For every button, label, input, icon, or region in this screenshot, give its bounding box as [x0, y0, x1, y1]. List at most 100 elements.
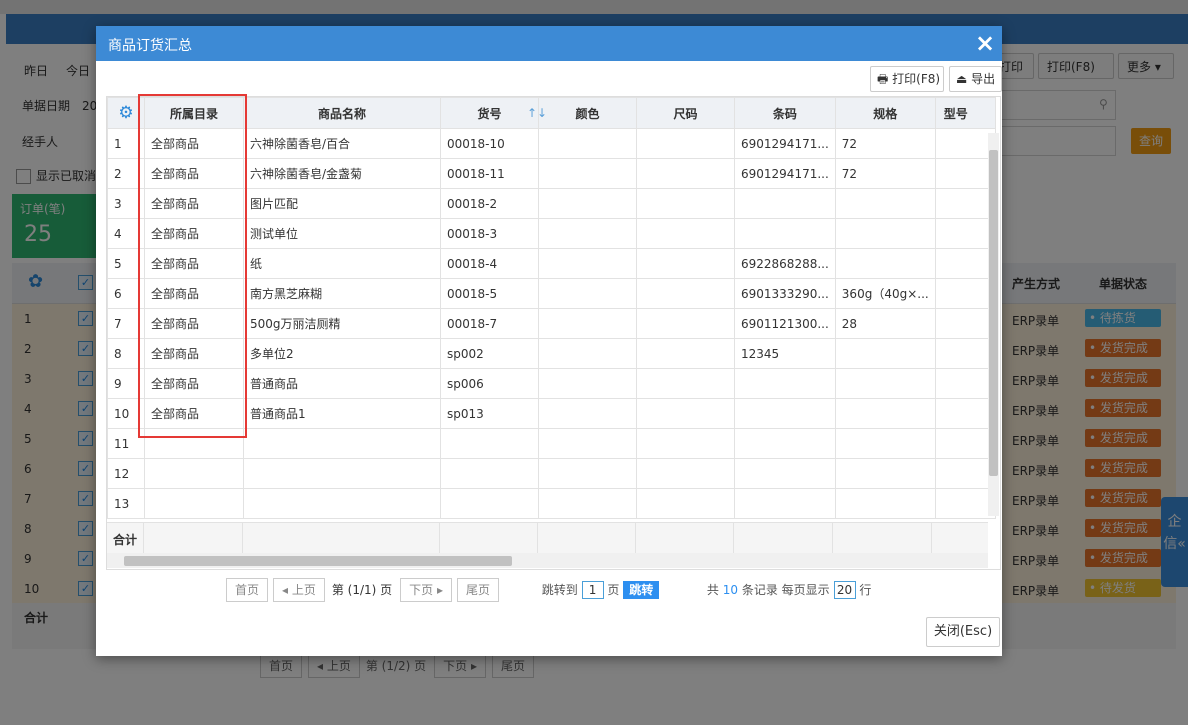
- table-row[interactable]: 1 全部商品 六神除菌香皂/百合 00018-10 6901294171... 72: [107, 128, 996, 159]
- model-cell: [934, 458, 996, 489]
- row-index: 6: [107, 278, 145, 309]
- col-header-code-label: 货号: [477, 106, 502, 121]
- model-cell: [934, 368, 996, 399]
- sort-icon[interactable]: ↑↓: [527, 106, 547, 120]
- product-name-cell: 纸: [243, 248, 441, 279]
- col-header-color[interactable]: 颜色: [538, 97, 637, 129]
- jump-page-unit: 页: [607, 583, 620, 597]
- dialog-print-button[interactable]: 🖶 打印(F8): [870, 66, 944, 92]
- row-index: 1: [107, 128, 145, 159]
- col-header-spec[interactable]: 规格: [834, 97, 936, 129]
- dialog-prev-page-button[interactable]: ◂ 上页: [273, 578, 325, 602]
- row-index: 10: [107, 398, 145, 429]
- barcode-cell: 12345: [734, 338, 836, 369]
- size-cell: [636, 278, 735, 309]
- table-row[interactable]: 2 全部商品 六神除菌香皂/金盏菊 00018-11 6901294171... 72: [107, 158, 996, 189]
- col-header-category[interactable]: 所属目录: [144, 97, 244, 129]
- barcode-cell: 6901333290...: [734, 278, 836, 309]
- total-prefix: 共: [706, 583, 719, 597]
- dialog-last-page-button[interactable]: 尾页: [457, 578, 500, 602]
- row-index: 8: [107, 338, 145, 369]
- total-divider: [733, 523, 734, 554]
- table-row[interactable]: 7 全部商品 500g万丽洁厕精 00018-7 6901121300... 28: [107, 308, 996, 339]
- spec-cell: [834, 218, 936, 249]
- row-index: 3: [107, 188, 145, 219]
- col-header-name[interactable]: 商品名称: [243, 97, 441, 129]
- item-code-cell: 00018-10: [440, 128, 539, 159]
- row-index: 5: [107, 248, 145, 279]
- color-cell: [538, 218, 637, 249]
- dialog-first-page-button[interactable]: 首页: [226, 578, 269, 602]
- model-cell: [934, 488, 996, 519]
- color-cell: [538, 158, 637, 189]
- col-header-code[interactable]: 货号 ↑↓: [440, 97, 547, 129]
- model-cell: [934, 218, 996, 249]
- total-divider: [832, 523, 833, 554]
- col-header-barcode[interactable]: 条码: [734, 97, 836, 129]
- vertical-scroll-thumb[interactable]: [989, 150, 998, 476]
- table-row[interactable]: 13: [107, 488, 996, 519]
- row-index: 11: [107, 428, 145, 459]
- category-cell: 全部商品: [144, 128, 244, 159]
- color-cell: [538, 488, 637, 519]
- table-row[interactable]: 5 全部商品纸 00018-4 6922868288...: [107, 248, 996, 279]
- product-name-cell: 500g万丽洁厕精: [243, 308, 441, 339]
- jump-page-input[interactable]: 1: [581, 581, 604, 599]
- dialog-pager: 首页 ◂ 上页第 (1/1) 页下页 ▸ 尾页 跳转到 1 页 跳转 共 10 条记…: [226, 578, 871, 602]
- dialog-export-button[interactable]: ⏏ 导出: [949, 66, 1002, 92]
- table-row[interactable]: 6 全部商品 南方黑芝麻糊 00018-5 6901333290... 360g（40g×…: [107, 278, 996, 309]
- model-cell: [934, 338, 996, 369]
- dialog-close-button[interactable]: 关闭(Esc): [926, 617, 1000, 647]
- spec-cell: [834, 458, 936, 489]
- table-row[interactable]: 4 全部商品 测试单位 00018-3: [107, 218, 996, 249]
- spec-cell: 360g（40g×...: [834, 278, 936, 309]
- table-row[interactable]: 8 全部商品 多单位2 sp002 12345: [107, 338, 996, 369]
- size-cell: [636, 398, 735, 429]
- size-cell: [636, 188, 735, 219]
- item-code-cell: 00018-2: [440, 188, 539, 219]
- column-settings[interactable]: ⚙: [107, 97, 145, 129]
- row-index: 2: [107, 158, 145, 189]
- close-icon[interactable]: ×: [971, 29, 999, 57]
- category-cell: 全部商品: [144, 278, 244, 309]
- col-header-size[interactable]: 尺码: [636, 97, 735, 129]
- barcode-cell: 6901294171...: [734, 158, 836, 189]
- item-code-cell: sp013: [440, 398, 539, 429]
- dialog-next-page-button[interactable]: 下页 ▸: [400, 578, 453, 602]
- item-code-cell: 00018-7: [440, 308, 539, 339]
- item-code-cell: [440, 458, 539, 489]
- col-header-model[interactable]: 型号: [934, 97, 996, 129]
- summary-total-label: 合计: [113, 533, 138, 547]
- model-cell: [934, 308, 996, 339]
- barcode-cell: [734, 428, 836, 459]
- category-cell: 全部商品: [144, 218, 244, 249]
- dialog-print-label: 打印(F8): [892, 72, 941, 86]
- total-divider: [439, 523, 440, 554]
- horizontal-scroll-thumb[interactable]: [124, 556, 512, 566]
- category-cell: [144, 488, 244, 519]
- size-cell: [636, 308, 735, 339]
- color-cell: [538, 458, 637, 489]
- item-code-cell: 00018-4: [440, 248, 539, 279]
- spec-cell: [834, 338, 936, 369]
- table-row[interactable]: 12: [107, 458, 996, 489]
- per-page-input[interactable]: 20: [833, 581, 856, 599]
- table-row[interactable]: 9 全部商品 普通商品 sp006: [107, 368, 996, 399]
- total-divider: [242, 523, 243, 554]
- total-divider: [537, 523, 538, 554]
- barcode-cell: [734, 488, 836, 519]
- jump-to-label: 跳转到: [541, 583, 578, 597]
- dialog-title: 商品订货汇总: [108, 38, 192, 54]
- jump-button[interactable]: 跳转: [623, 581, 660, 599]
- barcode-cell: [734, 458, 836, 489]
- total-count: 10: [722, 583, 738, 597]
- table-row[interactable]: 10 全部商品 普通商品1 sp013: [107, 398, 996, 429]
- gear-icon[interactable]: ⚙: [118, 103, 133, 123]
- model-cell: [934, 278, 996, 309]
- total-divider: [143, 523, 144, 554]
- table-row[interactable]: 3 全部商品 图片匹配 00018-2: [107, 188, 996, 219]
- spec-cell: [834, 398, 936, 429]
- table-row[interactable]: 11: [107, 428, 996, 459]
- barcode-cell: 6922868288...: [734, 248, 836, 279]
- per-page-label: 每页显示: [781, 583, 830, 597]
